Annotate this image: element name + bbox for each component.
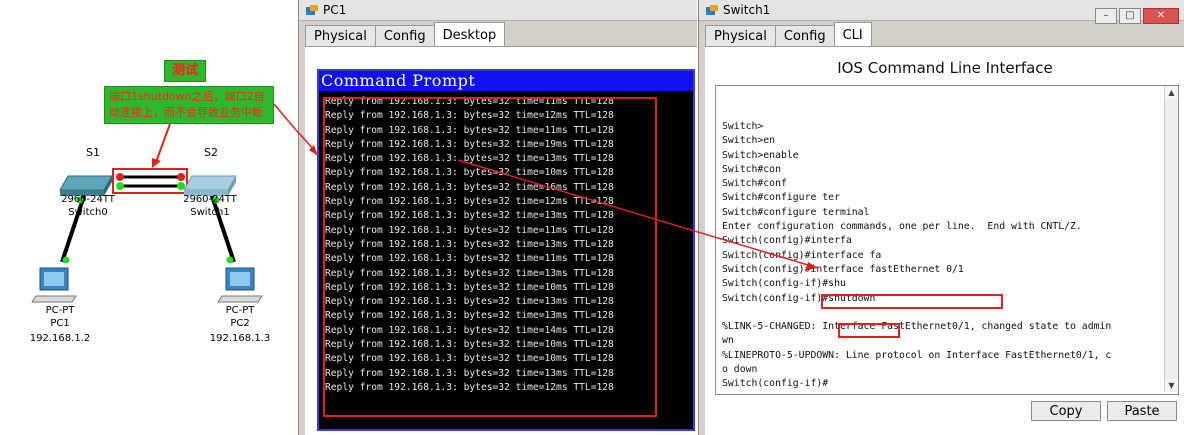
paste-button[interactable]: Paste — [1107, 401, 1177, 421]
cli-line: Switch#con — [722, 163, 781, 175]
cli-line: Switch(config-if)# — [722, 378, 829, 390]
switch1-cli-content: IOS Command Line Interface Switch> Switch… — [705, 46, 1184, 435]
cli-line: wn — [722, 335, 734, 347]
cli-line: %LINK-5-CHANGED: Interface FastEthernet0… — [722, 321, 1112, 333]
cli-line: Switch(config)#interfa — [722, 235, 852, 247]
tab-desktop[interactable]: Desktop — [433, 22, 506, 48]
highlight-interface-cmd — [821, 294, 1003, 309]
command-prompt-title: Command Prompt — [319, 71, 693, 91]
cli-line: Switch(config)#interface fa — [722, 249, 882, 261]
arrow-to-cmd — [273, 103, 296, 131]
port-led — [62, 256, 70, 264]
pc1-name: PC1 — [50, 318, 70, 329]
cli-line: Switch> — [722, 121, 764, 132]
tab-config[interactable]: Config — [374, 25, 435, 48]
ios-cli-heading: IOS Command Line Interface — [837, 59, 1053, 77]
switch0-name: Switch0 — [68, 207, 108, 218]
switch1-model: 2960-24TT — [183, 194, 237, 205]
switch1-tabs: Physical Config CLI — [705, 22, 872, 48]
pc2-name: PC2 — [230, 318, 250, 329]
highlight-links-box — [112, 168, 188, 194]
cli-line: Switch>en — [722, 135, 776, 147]
port-led-up — [116, 182, 124, 190]
copy-button[interactable]: Copy — [1031, 401, 1101, 421]
cli-terminal[interactable]: Switch> Switch>en Switch>enable Switch#con S… — [715, 85, 1179, 395]
pc1-tabs: Physical Config Desktop — [305, 22, 506, 48]
pc1-ip: 192.168.1.2 — [29, 333, 91, 344]
cli-output: Switch> Switch>en Switch>enable Switch#con S… — [722, 120, 1111, 392]
pc2-ip: 192.168.1.3 — [209, 333, 271, 344]
scroll-down-icon[interactable]: ▼ — [1165, 379, 1178, 392]
cli-line: %LINEPROTO-5-UPDOWN: Line protocol on In… — [722, 349, 1112, 361]
switch0-tag: S1 — [86, 146, 100, 159]
pc1-type: PC-PT — [45, 305, 75, 316]
cli-scrollbar[interactable]: ▲ ▼ — [1164, 86, 1178, 392]
tab-physical[interactable]: Physical — [305, 25, 376, 48]
topology-canvas — [31, 103, 296, 303]
tab-config[interactable]: Config — [774, 25, 835, 48]
close-icon[interactable]: ✕ — [1143, 8, 1179, 24]
pc2-type: PC-PT — [225, 305, 255, 316]
cli-line: Switch(config)#interface fastEthernet 0/… — [722, 263, 964, 275]
switch-icon — [183, 175, 237, 196]
switch1-name: Switch1 — [190, 207, 230, 218]
switch1-window-title: Switch1 — [723, 3, 771, 17]
window-controls: – □ ✕ — [1093, 4, 1179, 24]
pc1-window: PC1 Physical Config Desktop Command Prompt… — [298, 0, 697, 435]
switch1-window: Switch1 – □ ✕ Physical Config CLI IOS Comman… — [698, 0, 1184, 435]
scroll-up-icon[interactable]: ▲ — [1165, 86, 1178, 99]
test-label: 测试 — [164, 60, 206, 82]
packet-tracer-app-icon — [706, 4, 718, 15]
cli-line: Switch#configure terminal — [722, 206, 870, 218]
port-led-up — [177, 182, 185, 190]
switch-icon — [59, 175, 113, 196]
cli-line: Switch#conf — [722, 178, 787, 190]
port-led — [226, 256, 234, 264]
pc1-desktop-content: Command Prompt Reply from 192.168.1.3: b… — [305, 46, 697, 435]
switch1-tag: S2 — [204, 146, 218, 159]
pc1-window-title: PC1 — [323, 3, 347, 17]
command-prompt-window: Command Prompt Reply from 192.168.1.3: b… — [317, 69, 695, 431]
cli-line: Switch>enable — [722, 149, 799, 161]
pc-icon — [31, 267, 77, 303]
tab-cli[interactable]: CLI — [833, 22, 872, 48]
switch0-model: 2960-24TT — [61, 194, 115, 205]
pc1-titlebar[interactable]: PC1 — [299, 0, 697, 21]
tab-physical[interactable]: Physical — [705, 25, 776, 48]
cli-line: o down — [722, 364, 758, 376]
topology-panel: 测试 端口1shutdown之后，端口2自动连接上，而不会导致业务中断 S1 S… — [0, 0, 296, 435]
port-led-down — [177, 173, 185, 181]
annotation-note: 端口1shutdown之后，端口2自动连接上，而不会导致业务中断 — [104, 86, 274, 124]
maximize-icon[interactable]: □ — [1119, 8, 1141, 24]
packet-tracer-app-icon — [306, 4, 318, 15]
highlight-ping-replies — [323, 97, 657, 417]
minimize-icon[interactable]: – — [1095, 8, 1117, 24]
switch1-titlebar[interactable]: Switch1 – □ ✕ — [699, 0, 1184, 24]
cli-line: Switch#configure ter — [722, 192, 840, 204]
highlight-shutdown-cmd — [838, 323, 900, 338]
cli-line: Enter configuration commands, one per li… — [722, 221, 1082, 233]
cli-line: Switch(config-if)#shu — [722, 278, 846, 290]
pc-icon — [217, 267, 263, 303]
arrow-to-links — [155, 123, 171, 163]
port-led-down — [116, 173, 124, 181]
